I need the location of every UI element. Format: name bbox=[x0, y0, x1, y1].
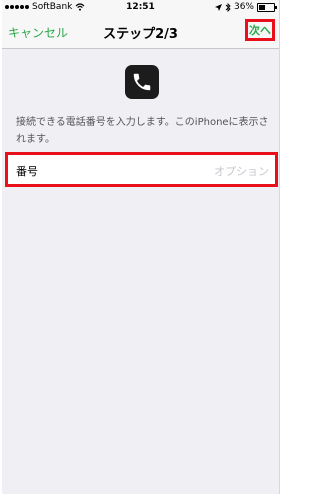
phone-screen: SoftBank 12:51 36% キャンセル ステップ2/3 次へ 接続でき… bbox=[2, 0, 280, 494]
phone-number-field[interactable]: 番号 オプション bbox=[5, 152, 278, 187]
field-placeholder: オプション bbox=[214, 165, 269, 178]
cancel-button[interactable]: キャンセル bbox=[8, 24, 68, 41]
status-bar: SoftBank 12:51 36% bbox=[2, 0, 279, 16]
description-text: 接続できる電話番号を入力します。このiPhoneに表示されます。 bbox=[16, 117, 269, 145]
next-button[interactable]: 次へ bbox=[245, 19, 275, 41]
location-arrow-icon bbox=[214, 3, 222, 11]
field-label: 番号 bbox=[16, 165, 38, 178]
bluetooth-icon bbox=[225, 2, 231, 12]
battery-percent: 36% bbox=[233, 2, 254, 12]
navigation-bar: キャンセル ステップ2/3 次へ bbox=[2, 16, 279, 49]
status-right: 36% bbox=[214, 2, 277, 12]
phone-icon bbox=[125, 65, 159, 99]
battery-icon bbox=[257, 2, 277, 12]
